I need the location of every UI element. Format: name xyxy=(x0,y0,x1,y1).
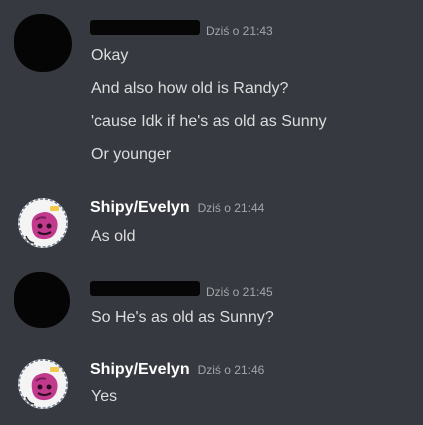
pink-character-avatar-icon xyxy=(18,359,68,409)
message-header: Dziś o 21:43 xyxy=(90,20,273,40)
message-text: So He's as old as Sunny? xyxy=(91,309,274,326)
redacted-avatar[interactable] xyxy=(14,272,70,328)
timestamp: Dziś o 21:45 xyxy=(206,285,273,299)
avatar[interactable] xyxy=(18,359,68,409)
redacted-username[interactable] xyxy=(90,281,200,296)
message-text: 'cause Idk if he's as old as Sunny xyxy=(91,113,327,130)
redacted-username[interactable] xyxy=(90,20,200,35)
timestamp: Dziś o 21:46 xyxy=(197,363,265,377)
username[interactable]: Shipy/Evelyn xyxy=(90,199,190,217)
message-header: Shipy/Evelyn Dziś o 21:46 xyxy=(90,361,264,381)
chat-log: Dziś o 21:43 Okay And also how old is Ra… xyxy=(0,0,423,425)
message-text: And also how old is Randy? xyxy=(91,80,289,97)
message-text: As old xyxy=(91,228,136,245)
pink-character-avatar-icon xyxy=(18,198,68,248)
message-header: Shipy/Evelyn Dziś o 21:44 xyxy=(90,199,264,219)
timestamp: Dziś o 21:43 xyxy=(206,24,273,38)
redacted-avatar[interactable] xyxy=(14,14,72,72)
message-text: Yes xyxy=(91,388,118,405)
timestamp: Dziś o 21:44 xyxy=(197,201,265,215)
message-text: Okay xyxy=(91,47,129,64)
message-header: Dziś o 21:45 xyxy=(90,281,273,301)
message-text: Or younger xyxy=(91,146,172,163)
username[interactable]: Shipy/Evelyn xyxy=(90,361,190,379)
avatar[interactable] xyxy=(18,198,68,248)
